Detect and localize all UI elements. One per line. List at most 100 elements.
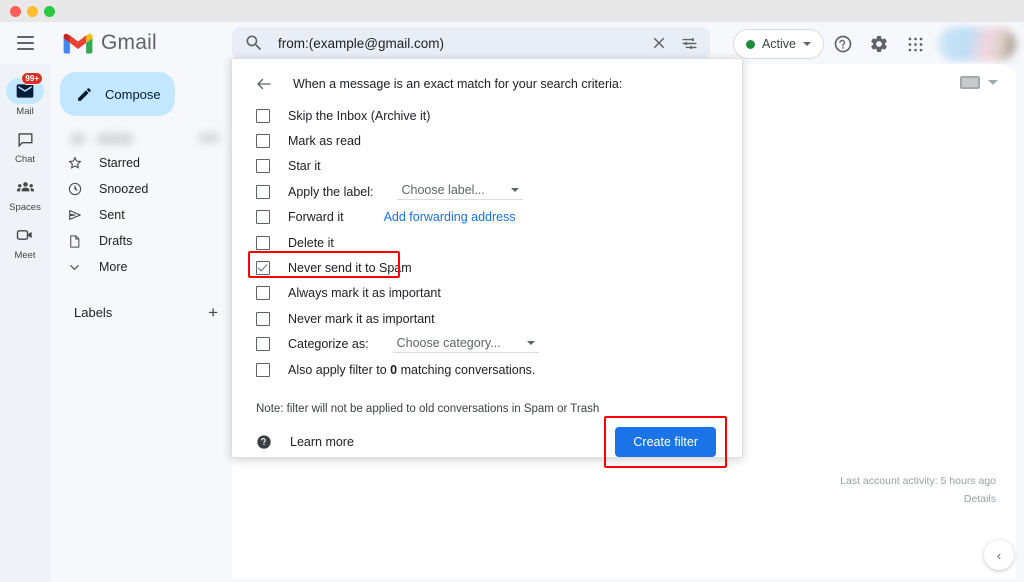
filter-option-forward-it[interactable]: Forward it Add forwarding address [256,205,742,230]
dialog-note: Note: filter will not be applied to old … [256,403,600,416]
display-density-control[interactable] [960,76,998,89]
label-apply-to-existing-prefix: Also apply filter to [288,362,387,377]
checkbox-never-important[interactable] [256,311,270,326]
status-chip[interactable]: Active [732,29,824,59]
rail-item-spaces[interactable]: Spaces [2,170,48,216]
settings-button[interactable] [862,27,896,61]
brand: Gmail [63,31,157,55]
filter-option-never-important[interactable]: Never mark it as important [256,306,742,331]
label-always-important: Always mark it as important [288,286,441,301]
plus-icon[interactable]: + [208,304,218,321]
checkbox-never-send-to-spam[interactable] [256,261,270,276]
checkbox-always-important[interactable] [256,286,270,301]
chevron-down-icon [988,80,998,85]
filter-option-mark-as-read[interactable]: Mark as read [256,128,742,153]
chevron-down-icon [526,340,535,345]
collapse-panel-button[interactable]: ‹ [984,540,1014,570]
sidebar-label-sent: Sent [99,208,125,222]
checkbox-apply-label[interactable] [256,184,270,199]
mail-icon: 99+ [6,72,44,104]
maximize-window-button[interactable] [44,5,55,17]
rail-label-spaces: Spaces [9,202,41,213]
create-filter-button[interactable]: Create filter [615,427,716,458]
label-apply-to-existing: Also apply filter to 0 matching conversa… [288,363,535,377]
filter-option-skip-inbox[interactable]: Skip the Inbox (Archive it) [256,103,742,128]
filter-option-never-send-to-spam[interactable]: Never send it to Spam [248,251,742,280]
account-details-link[interactable]: Details [840,491,996,509]
dialog-footer: Learn more Create filter [232,415,742,469]
search-icon [246,35,262,51]
filter-options-icon [681,37,697,49]
filter-option-always-important[interactable]: Always mark it as important [256,281,742,306]
pencil-icon [78,87,91,101]
help-icon [257,435,271,449]
search-input[interactable] [264,35,644,51]
main-menu-icon[interactable] [5,23,45,63]
choose-label-value: Choose label... [401,183,485,198]
chevron-left-icon: ‹ [996,547,1002,563]
checkbox-skip-inbox[interactable] [256,108,270,123]
label-delete-it: Delete it [288,235,334,250]
sidebar-label-more: More [99,260,128,274]
avatar[interactable] [938,27,1016,61]
status-indicator-dot [745,39,755,49]
choose-category-select[interactable]: Choose category... [392,335,539,353]
label-apply-to-existing-suffix: matching conversations. [400,362,536,377]
filter-option-apply-to-existing[interactable]: Also apply filter to 0 matching conversa… [256,357,742,382]
chevron-down-icon [803,42,811,46]
search-bar[interactable] [232,27,710,59]
checkbox-delete-it[interactable] [256,235,270,250]
brand-name: Gmail [101,31,157,54]
gear-icon [871,35,887,53]
choose-label-select[interactable]: Choose label... [397,183,523,201]
sidebar-item-sent[interactable]: Sent [50,202,224,228]
compose-button[interactable]: Compose [60,72,175,116]
choose-category-value: Choose category... [396,335,501,350]
apps-grid-icon [908,37,922,51]
search-options-button[interactable] [674,28,704,58]
account-activity: Last account activity: 5 hours ago Detai… [840,473,996,509]
sidebar-item-snoozed[interactable]: Snoozed [50,176,224,202]
checkbox-forward-it[interactable] [256,210,270,225]
inbox-row-redacted[interactable] [58,130,224,150]
label-forward-it: Forward it [288,210,344,225]
sidebar-item-starred[interactable]: Starred [50,150,224,176]
filter-option-delete-it[interactable]: Delete it [256,230,742,255]
account-activity-text: Last account activity: 5 hours ago [840,475,996,487]
label-skip-inbox: Skip the Inbox (Archive it) [288,108,431,123]
filter-option-star-it[interactable]: Star it [256,154,742,179]
google-apps-button[interactable] [898,27,932,61]
close-icon [653,37,665,49]
rail-label-chat: Chat [14,154,36,165]
chevron-down-icon [66,259,83,276]
help-button[interactable] [826,27,860,61]
sidebar-item-more[interactable]: More [50,254,224,280]
browser-window: Gmail from:(example@gmail.com) Active 99… [0,0,1024,582]
rail-item-chat[interactable]: Chat [2,122,48,168]
rail-item-mail[interactable]: 99+ Mail [2,72,48,120]
clock-icon [66,181,83,198]
star-icon [66,155,83,172]
learn-more-link[interactable]: Learn more [256,434,354,450]
add-forwarding-address-link[interactable]: Add forwarding address [384,210,516,224]
rail-label-mail: Mail [16,106,34,117]
labels-section-header: Labels + [74,304,218,321]
sidebar-item-drafts[interactable]: Drafts [50,228,224,254]
checkbox-star-it[interactable] [256,159,270,174]
checkbox-categorize-as[interactable] [256,337,270,352]
matching-conversations-count: 0 [390,362,398,377]
compose-label: Compose [105,86,161,102]
status-label: Active [761,37,796,51]
send-icon [66,207,83,224]
rail-label-meet: Meet [14,250,36,261]
checkbox-apply-to-existing[interactable] [256,362,270,377]
clear-search-button[interactable] [644,28,674,58]
close-window-button[interactable] [10,5,21,17]
checkbox-mark-as-read[interactable] [256,134,270,149]
filter-option-categorize-as[interactable]: Categorize as: Choose category... [256,332,742,357]
sidebar-label-snoozed: Snoozed [99,182,149,196]
filter-option-apply-label[interactable]: Apply the label: Choose label... [256,179,742,204]
minimize-window-button[interactable] [27,5,38,17]
back-arrow-icon[interactable] [255,75,273,93]
rail-item-meet[interactable]: Meet [2,218,48,264]
